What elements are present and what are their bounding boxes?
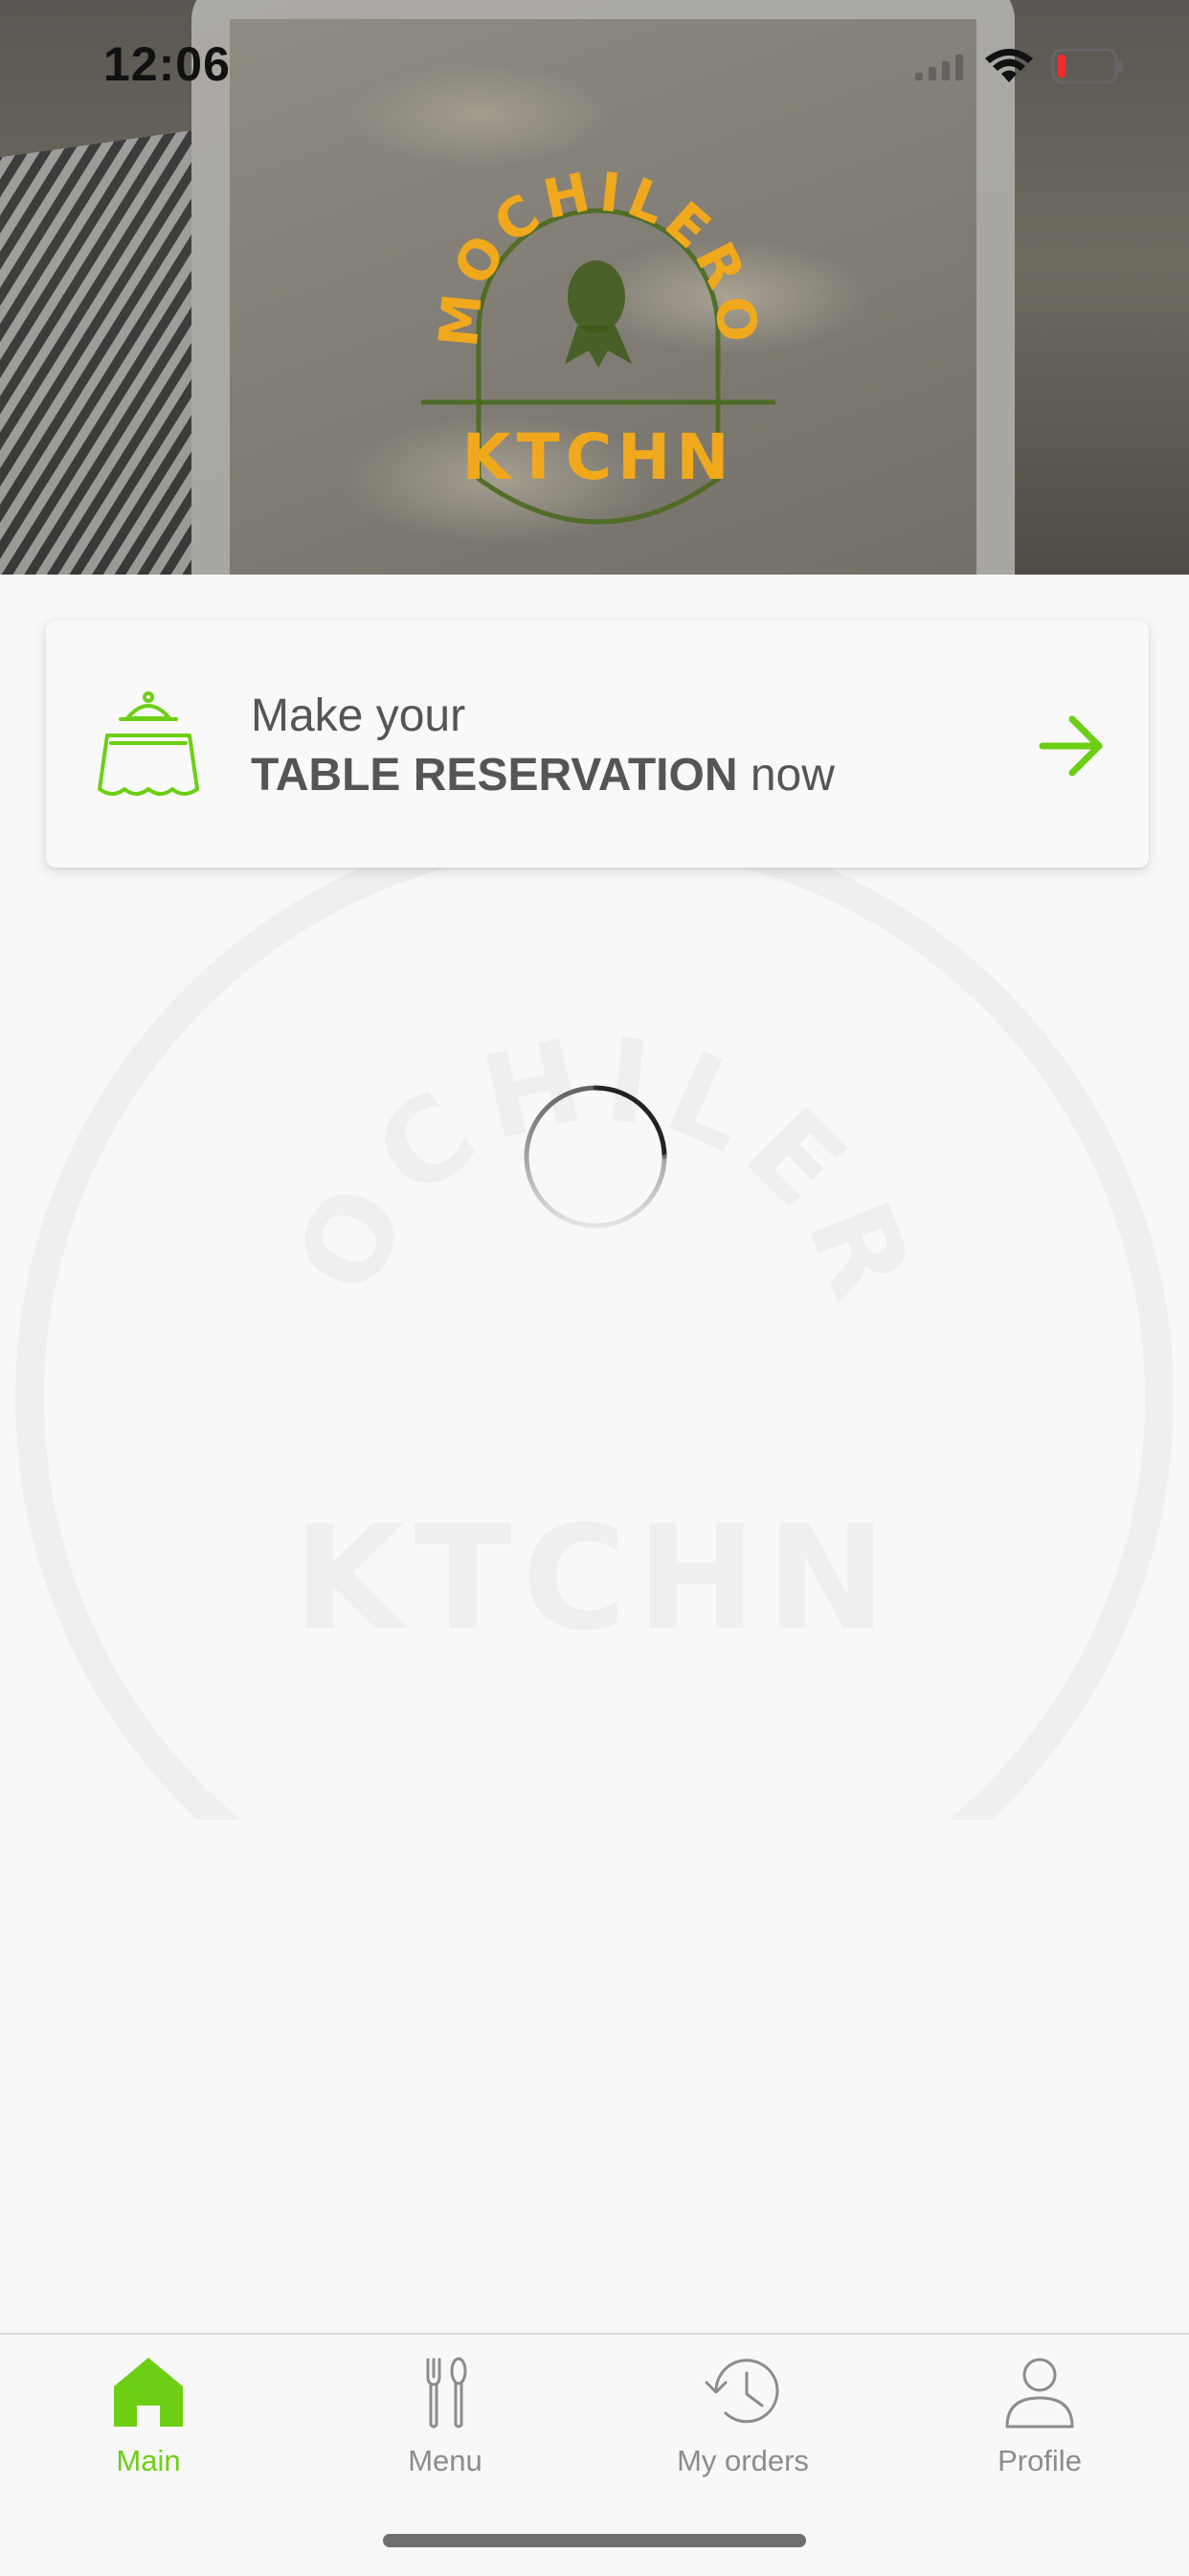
arrow-right-icon[interactable] xyxy=(1038,714,1105,778)
cellular-signal-icon xyxy=(915,55,963,80)
tab-menu-label: Menu xyxy=(408,2444,482,2477)
home-indicator[interactable] xyxy=(383,2534,806,2547)
watermark-bottom-text: KTCHN xyxy=(293,1496,896,1662)
tab-my-orders-label: My orders xyxy=(677,2444,809,2477)
svg-text:MOCHILERO: MOCHILERO xyxy=(0,862,942,1328)
watermark-top-text: MOCHILERO xyxy=(0,862,929,1328)
reservation-text-line2: TABLE RESERVATION now xyxy=(251,749,835,802)
brand-logo: MOCHILERO KTCHN xyxy=(421,163,775,525)
wifi-icon xyxy=(985,49,1033,82)
status-time: 12:06 xyxy=(103,37,231,91)
reservation-highlight: TABLE RESERVATION xyxy=(251,750,738,801)
table-service-icon xyxy=(98,691,199,796)
tab-my-orders[interactable]: My orders xyxy=(594,2354,891,2497)
tab-profile[interactable]: Profile xyxy=(891,2354,1188,2497)
tab-menu[interactable]: Menu xyxy=(297,2354,594,2497)
history-icon xyxy=(705,2359,779,2424)
tab-profile-label: Profile xyxy=(998,2444,1082,2477)
table-reservation-card[interactable]: Make your TABLE RESERVATION now xyxy=(46,621,1149,868)
spinner-icon xyxy=(524,1085,667,1229)
person-icon xyxy=(1005,2358,1074,2429)
status-bar: 12:06 xyxy=(0,0,1189,126)
cutlery-icon xyxy=(426,2357,467,2429)
watermark-logo: MOCHILERO KTCHN xyxy=(0,862,1174,1819)
battery-icon xyxy=(1051,48,1123,84)
reservation-text-line1: Make your xyxy=(251,690,466,741)
tab-main-label: Main xyxy=(116,2444,181,2477)
logo-bottom-text: KTCHN xyxy=(461,420,734,494)
tab-main[interactable]: Main xyxy=(0,2354,297,2497)
home-icon xyxy=(114,2358,183,2427)
reservation-suffix: now xyxy=(737,750,835,801)
